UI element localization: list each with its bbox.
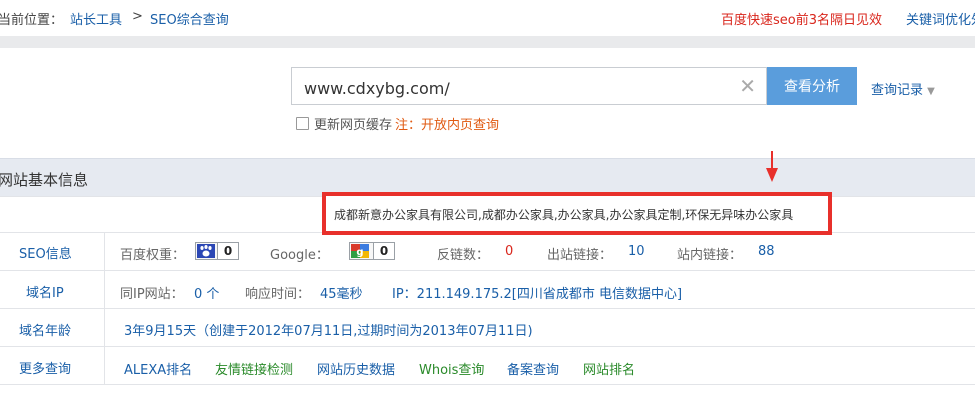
baidu-paw-icon	[197, 244, 215, 258]
domain-age-text: 3年9月15天（创建于2012年07月11日,过期时间为2013年07月11日)	[124, 324, 533, 339]
google-pr-badge[interactable]: g 0	[349, 242, 395, 260]
history-dropdown[interactable]: 查询记录 ▼	[871, 79, 935, 98]
outlinks-label: 出站链接：	[547, 248, 613, 263]
response-time-value: 45毫秒	[320, 287, 363, 302]
search-box: ✕	[291, 67, 767, 105]
link-icp[interactable]: 备案查询	[507, 359, 559, 378]
breadcrumb-current[interactable]: SEO综合查询	[150, 9, 229, 28]
annotation-highlight-box: 成都新意办公家具有限公司,成都办公家具,办公家具,办公家具定制,环保无异味办公家…	[322, 192, 832, 235]
table-divider	[0, 384, 975, 385]
refresh-cache-label: 更新网页缓存	[314, 118, 393, 133]
history-label: 查询记录	[871, 83, 924, 98]
refresh-cache-checkbox[interactable]	[296, 117, 309, 130]
breadcrumb-bar: 当前位置： 站长工具 > SEO综合查询 百度快速seo前3名隔日见效 关键词优…	[0, 0, 975, 36]
chevron-down-icon: ▼	[927, 86, 935, 97]
table-divider	[0, 308, 975, 309]
breadcrumb-prefix: 当前位置：	[0, 13, 64, 28]
link-rank[interactable]: 网站排名	[583, 359, 635, 378]
table-divider	[0, 270, 975, 271]
breadcrumb-link-tools[interactable]: 站长工具	[70, 9, 122, 28]
ip-address[interactable]: IP：211.149.175.2[四川省成都市 电信数据中心]	[392, 283, 682, 302]
table-divider	[0, 346, 975, 347]
link-whois[interactable]: Whois查询	[419, 359, 484, 378]
row-label-seo: SEO信息	[19, 247, 72, 262]
promo-link-keyword[interactable]: 关键词优化外	[906, 9, 975, 28]
annotation-arrow	[771, 151, 773, 169]
site-keywords-text: 成都新意办公家具有限公司,成都办公家具,办公家具,办公家具定制,环保无异味办公家…	[334, 208, 794, 222]
baidu-weight-value: 0	[217, 243, 238, 259]
annotation-arrow-head	[766, 168, 778, 182]
backlinks-value[interactable]: 0	[505, 244, 513, 259]
section-title: 网站基本信息	[0, 171, 89, 189]
close-icon[interactable]: ✕	[739, 75, 756, 97]
breadcrumb-separator: >	[132, 9, 143, 24]
analyze-button[interactable]: 查看分析	[767, 67, 857, 105]
inlinks-label: 站内链接：	[677, 248, 743, 263]
response-time-label: 响应时间：	[245, 287, 311, 302]
row-label-ip: 域名IP	[26, 286, 64, 301]
svg-text:g: g	[356, 247, 363, 258]
same-ip-label: 同IP网站：	[120, 287, 184, 302]
baidu-weight-label: 百度权重：	[120, 248, 186, 263]
same-ip-value[interactable]: 0 个	[194, 283, 219, 302]
google-label: Google：	[270, 248, 329, 263]
inner-page-note: 注：开放内页查询	[395, 118, 500, 133]
google-pr-value: 0	[373, 243, 394, 259]
row-label-more: 更多查询	[19, 362, 72, 377]
search-input[interactable]	[302, 75, 736, 101]
link-alexa[interactable]: ALEXA排名	[124, 359, 192, 378]
header-divider	[0, 36, 975, 48]
baidu-weight-badge[interactable]: 0	[195, 242, 239, 260]
link-friendlinks[interactable]: 友情链接检测	[215, 359, 293, 378]
row-label-age: 域名年龄	[19, 324, 72, 339]
table-column-divider	[104, 232, 105, 384]
outlinks-value[interactable]: 10	[628, 244, 645, 259]
google-icon: g	[351, 244, 369, 258]
inlinks-value[interactable]: 88	[758, 244, 775, 259]
backlinks-label: 反链数：	[437, 248, 490, 263]
link-history[interactable]: 网站历史数据	[317, 359, 395, 378]
promo-link-seo[interactable]: 百度快速seo前3名隔日见效	[721, 9, 882, 28]
